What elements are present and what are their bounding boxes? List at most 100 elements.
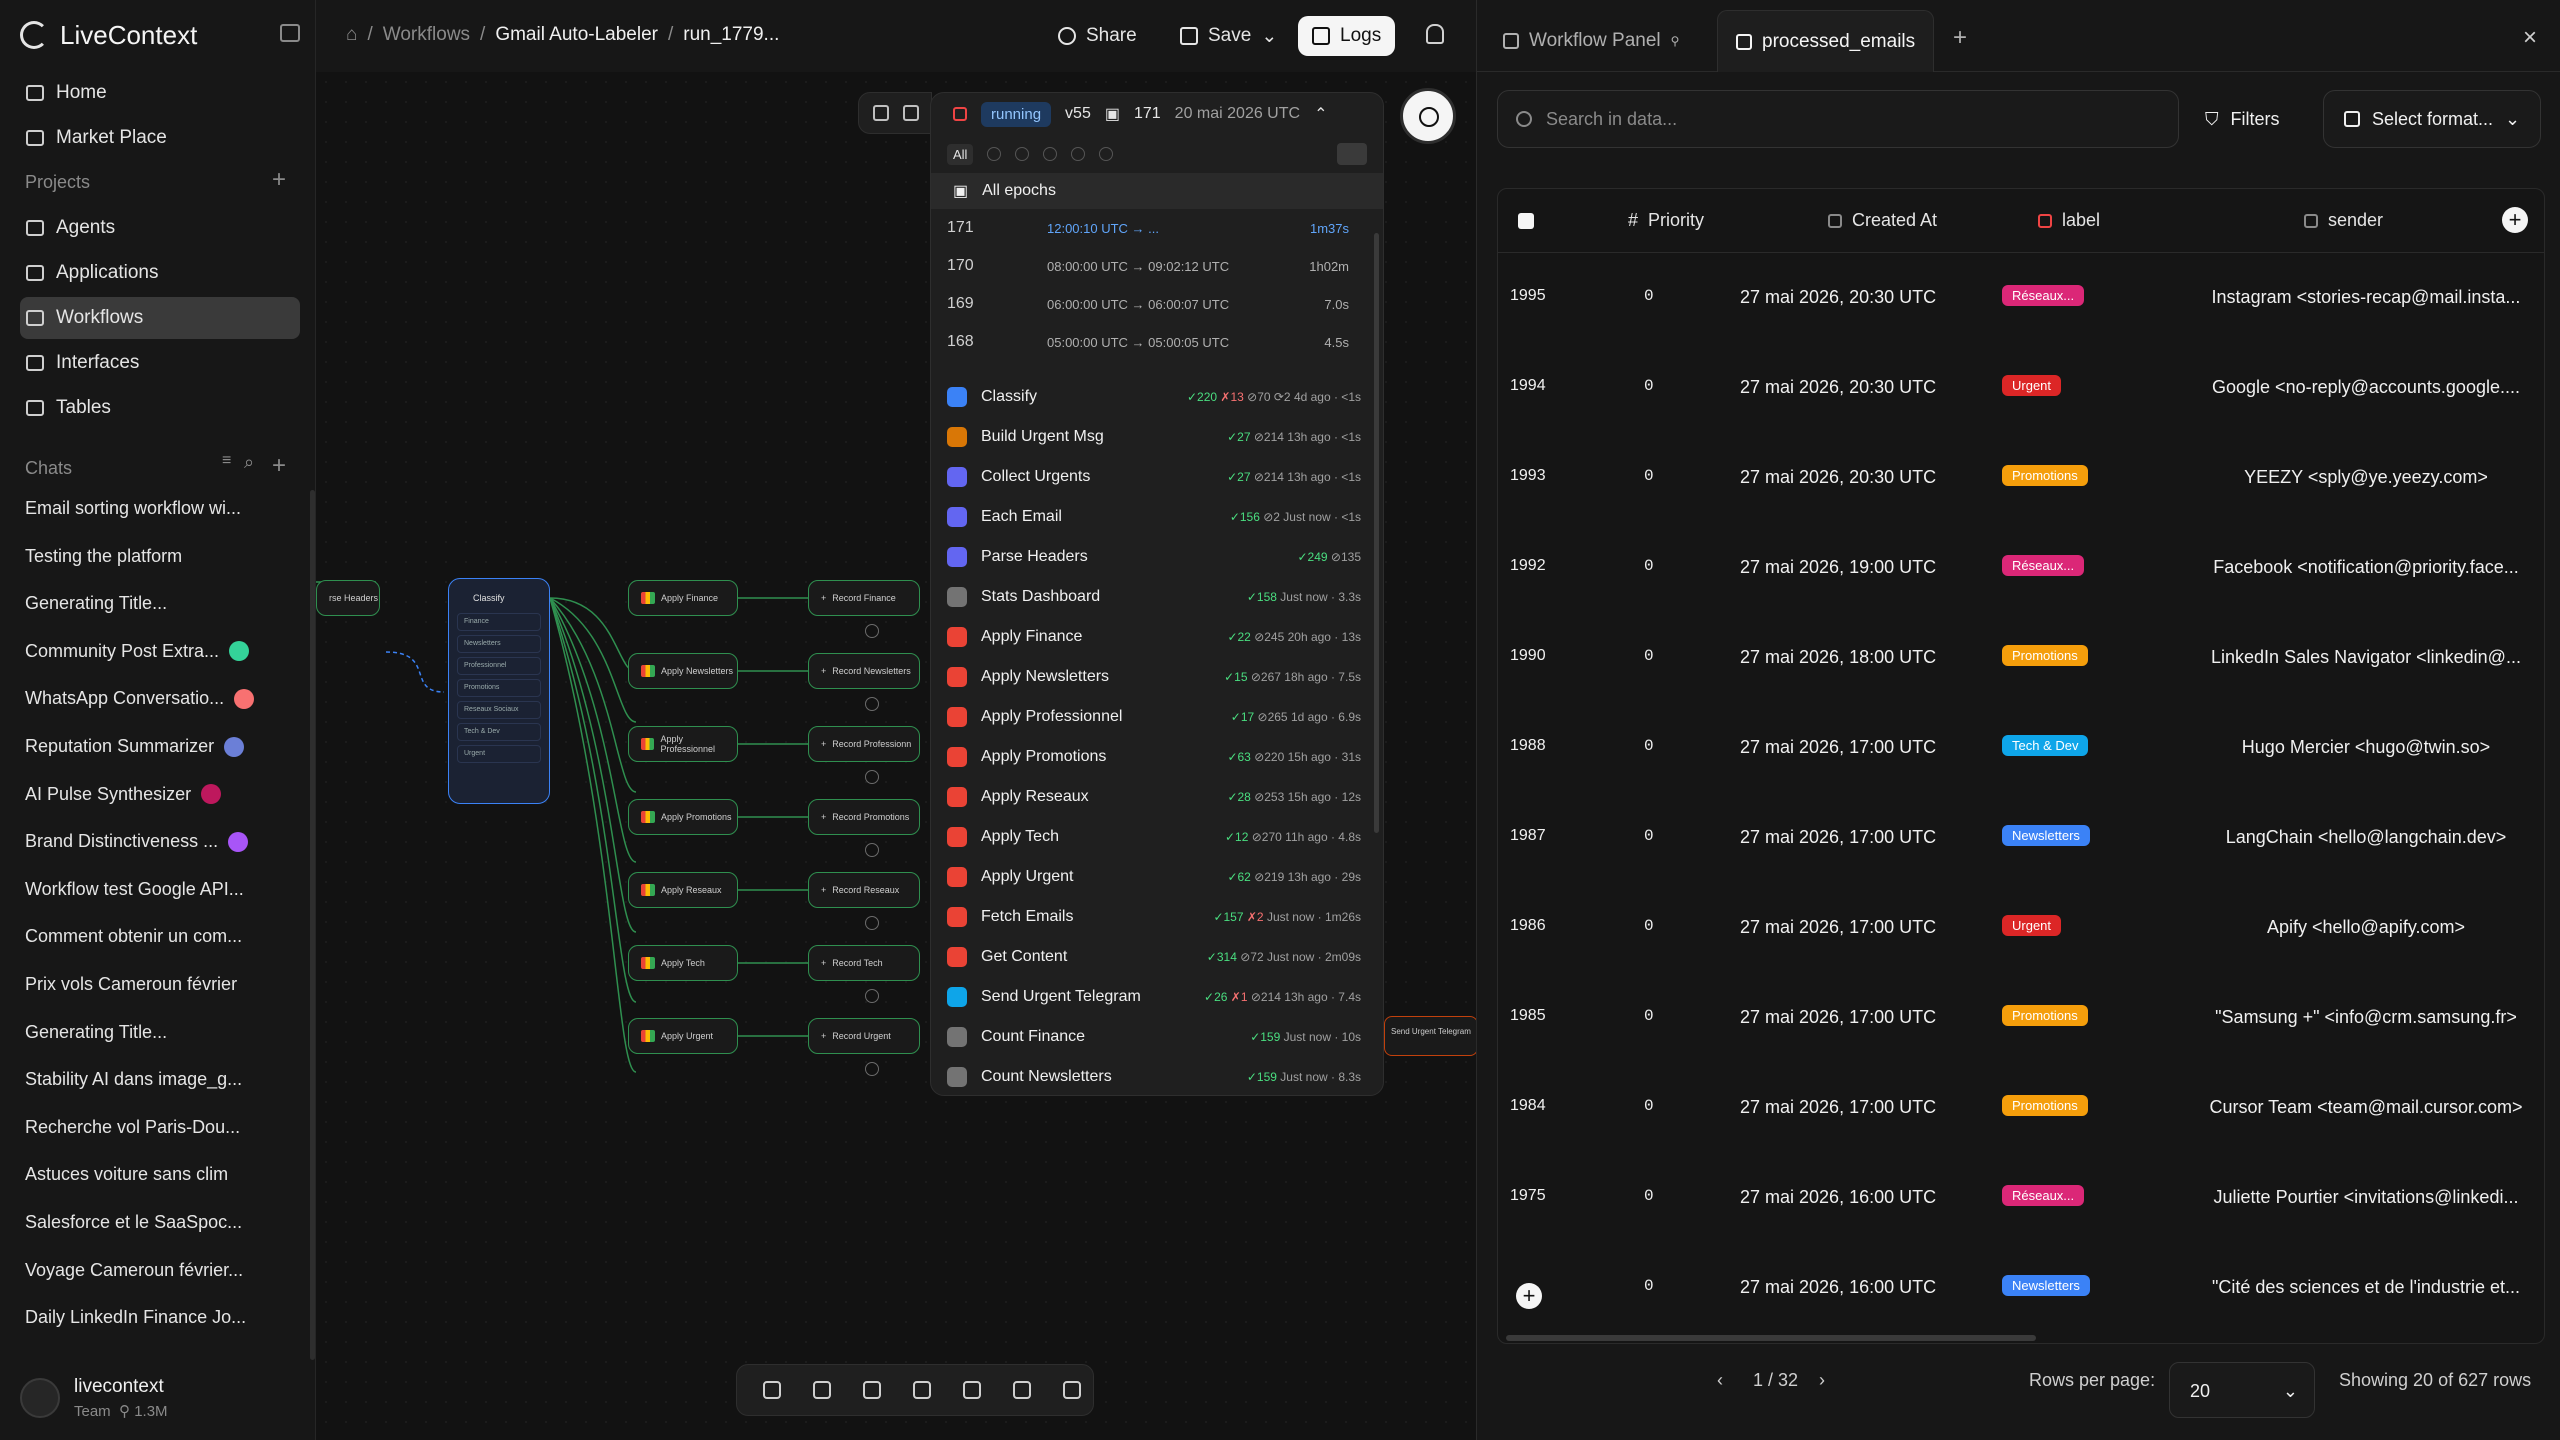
breadcrumb-run[interactable]: run_1779...	[683, 24, 779, 46]
brand[interactable]: LiveContext	[20, 20, 197, 50]
table-row[interactable]: 1975 0 27 mai 2026, 16:00 UTC Réseaux... Jul…	[1498, 1153, 2544, 1243]
chevron-up-icon[interactable]: ⌃	[1314, 104, 1327, 124]
apply-node[interactable]: Apply Finance	[628, 580, 738, 616]
task-row[interactable]: Stats Dashboard ✓158 Just now · 3.3s	[931, 577, 1383, 617]
filter-pending-icon[interactable]	[1099, 147, 1114, 161]
add-tab-icon[interactable]: +	[1953, 24, 1967, 52]
table-row[interactable]: 1988 0 27 mai 2026, 17:00 UTC Tech & Dev Hug…	[1498, 703, 2544, 793]
magic-wand-icon[interactable]	[913, 1381, 931, 1399]
select-all-checkbox[interactable]	[1518, 213, 1534, 229]
bell-icon[interactable]	[1426, 24, 1444, 44]
chat-item[interactable]: Generating Title...	[25, 593, 275, 614]
apply-node[interactable]: Apply Professionnel	[628, 726, 738, 762]
task-row[interactable]: Count Finance ✓159 Just now · 10s	[931, 1017, 1383, 1057]
filter-success-icon[interactable]	[1015, 147, 1030, 161]
add-node-icon[interactable]	[865, 1062, 879, 1076]
format-select[interactable]: Select format... ⌄	[2323, 90, 2542, 148]
save-button[interactable]: Save ⌄	[1166, 16, 1291, 56]
tab-processed-emails[interactable]: processed_emails	[1717, 10, 1935, 72]
horizontal-scrollbar[interactable]	[1506, 1335, 2036, 1341]
filter-skipped-icon[interactable]	[1071, 147, 1086, 161]
all-epochs[interactable]: ▣ All epochs	[931, 173, 1383, 209]
task-row[interactable]: Apply Finance ✓22 ⊘245 20h ago · 13s	[931, 617, 1383, 657]
epoch-row[interactable]: 171 12:00:10 UTC → ... 1m37s	[931, 209, 1383, 247]
table-row[interactable]: 1992 0 27 mai 2026, 19:00 UTC Réseaux... Fac…	[1498, 523, 2544, 613]
chat-item[interactable]: Recherche vol Paris-Dou...	[25, 1117, 275, 1138]
add-node-icon[interactable]	[865, 989, 879, 1003]
chat-item[interactable]: Community Post Extra...	[25, 641, 275, 662]
home-icon[interactable]: ⌂	[346, 24, 357, 46]
share-button[interactable]: Share	[1044, 16, 1151, 56]
fit-view-icon[interactable]	[863, 1381, 881, 1399]
epoch-row[interactable]: 169 06:00:00 UTC → 06:00:07 UTC 7.0s	[931, 285, 1383, 323]
task-row[interactable]: Classify ✓220 ✗13 ⊘70 ⟳2 4d ago · <1s	[931, 377, 1383, 417]
task-row[interactable]: Send Urgent Telegram ✓26 ✗1 ⊘214 13h ago …	[931, 977, 1383, 1017]
close-icon[interactable]: ×	[2523, 24, 2537, 52]
zoom-out-icon[interactable]	[813, 1381, 831, 1399]
task-row[interactable]: Apply Urgent ✓62 ⊘219 13h ago · 29s	[931, 857, 1383, 897]
task-row[interactable]: Apply Tech ✓12 ⊘270 11h ago · 4.8s	[931, 817, 1383, 857]
list-view-icon[interactable]	[1337, 143, 1368, 165]
sparkles-icon[interactable]	[1063, 1381, 1081, 1399]
prev-page-icon[interactable]: ‹	[1717, 1370, 1723, 1391]
table-row[interactable]: 1990 0 27 mai 2026, 18:00 UTC Promotions Lin…	[1498, 613, 2544, 703]
chat-item[interactable]: Workflow test Google API...	[25, 879, 275, 900]
filter-all[interactable]: All	[947, 143, 974, 165]
add-column-button[interactable]: +	[2502, 207, 2528, 233]
apply-node[interactable]: Apply Newsletters	[628, 653, 738, 689]
table-row[interactable]: 0 27 mai 2026, 16:00 UTC Newsletters "Cité …	[1498, 1243, 2544, 1333]
breadcrumb-workflows[interactable]: Workflows	[383, 24, 470, 46]
edit-icon[interactable]	[873, 105, 889, 121]
table-row[interactable]: 1993 0 27 mai 2026, 20:30 UTC Promotions YEE…	[1498, 433, 2544, 523]
run-scrollbar[interactable]	[1374, 233, 1379, 833]
record-node[interactable]: + Record Urgent	[808, 1018, 920, 1054]
col-created-at[interactable]: Created At	[1828, 210, 1937, 231]
chat-item[interactable]: Reputation Summarizer	[25, 736, 275, 757]
epoch-row[interactable]: 168 05:00:00 UTC → 05:00:05 UTC 4.5s	[931, 323, 1383, 361]
task-row[interactable]: Fetch Emails ✓157 ✗2 Just now · 1m26s	[931, 897, 1383, 937]
table-row[interactable]: 1994 0 27 mai 2026, 20:30 UTC Urgent Google …	[1498, 343, 2544, 433]
apply-node[interactable]: Apply Promotions	[628, 799, 738, 835]
pin-icon[interactable]: ⚲	[1671, 34, 1680, 48]
task-row[interactable]: Apply Promotions ✓63 ⊘220 15h ago · 31s	[931, 737, 1383, 777]
task-row[interactable]: Apply Reseaux ✓28 ⊘253 15h ago · 12s	[931, 777, 1383, 817]
sidebar-item-workflows[interactable]: Workflows	[20, 297, 300, 339]
search-chats-icon[interactable]: ⌕	[244, 452, 254, 473]
record-node[interactable]: + Record Finance	[808, 580, 920, 616]
sidebar-item-interfaces[interactable]: Interfaces	[20, 342, 300, 384]
gear-icon[interactable]	[1013, 1381, 1031, 1399]
task-row[interactable]: Parse Headers ✓249 ⊘135	[931, 537, 1383, 577]
record-node[interactable]: + Record Reseaux	[808, 872, 920, 908]
logs-button[interactable]: Logs	[1298, 16, 1396, 56]
lock-icon[interactable]	[963, 1381, 981, 1399]
chat-item[interactable]: AI Pulse Synthesizer	[25, 784, 275, 805]
add-node-icon[interactable]	[865, 843, 879, 857]
task-row[interactable]: Apply Newsletters ✓15 ⊘267 18h ago · 7.5s	[931, 657, 1383, 697]
chat-item[interactable]: Prix vols Cameroun février	[25, 974, 275, 995]
play-icon[interactable]	[903, 105, 919, 121]
apply-node[interactable]: Apply Tech	[628, 945, 738, 981]
chat-item[interactable]: Salesforce et le SaaSpoc...	[25, 1212, 275, 1233]
apply-node[interactable]: Apply Urgent	[628, 1018, 738, 1054]
chat-item[interactable]: Comment obtenir un com...	[25, 926, 275, 947]
chat-item[interactable]: Brand Distinctiveness ...	[25, 831, 275, 852]
table-row[interactable]: 1995 0 27 mai 2026, 20:30 UTC Réseaux... Ins…	[1498, 253, 2544, 343]
chat-item[interactable]: Email sorting workflow wi...	[25, 498, 275, 519]
task-row[interactable]: Collect Urgents ✓27 ⊘214 13h ago · <1s	[931, 457, 1383, 497]
filter-chats-icon[interactable]: ≡	[222, 452, 231, 470]
record-node[interactable]: + Record Promotions	[808, 799, 920, 835]
parse-headers-node[interactable]: rse Headers	[316, 580, 380, 616]
task-row[interactable]: Get Content ✓314 ⊘72 Just now · 2m09s	[931, 937, 1383, 977]
col-priority[interactable]: # Priority	[1628, 210, 1704, 231]
col-sender[interactable]: sender	[2304, 210, 2383, 231]
sidebar-toggle-icon[interactable]	[280, 24, 300, 42]
user-profile[interactable]: livecontext Team ⚲ 1.3M	[20, 1376, 168, 1420]
add-node-icon[interactable]	[865, 697, 879, 711]
record-node[interactable]: + Record Professionn	[808, 726, 920, 762]
col-label[interactable]: label	[2038, 210, 2100, 231]
add-row-button[interactable]: +	[1516, 1283, 1542, 1309]
new-chat-icon[interactable]: +	[272, 452, 286, 480]
filters-button[interactable]: ⛉ Filters	[2185, 90, 2300, 148]
table-row[interactable]: 1986 0 27 mai 2026, 17:00 UTC Urgent Apify <…	[1498, 883, 2544, 973]
breadcrumb-workflow[interactable]: Gmail Auto-Labeler	[495, 24, 658, 46]
